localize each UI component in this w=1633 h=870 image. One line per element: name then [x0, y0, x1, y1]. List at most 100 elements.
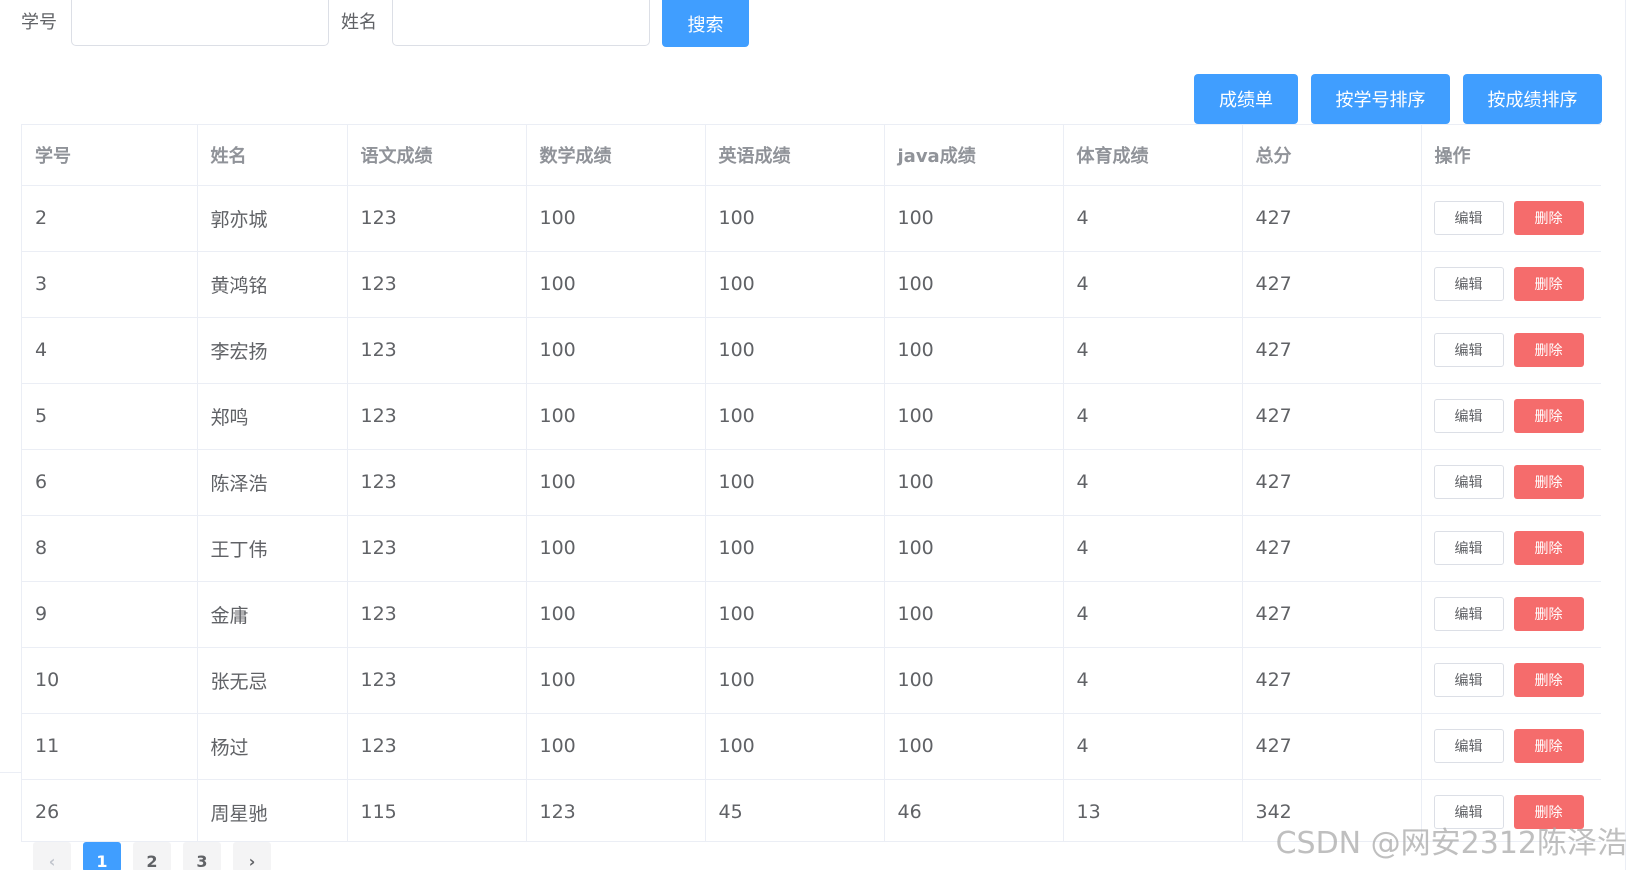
table-cell: 6: [22, 449, 198, 516]
table-cell: 100: [705, 581, 885, 648]
table-body: 2 郭亦城 123 100 100 100 4 427 编辑 删除 3 黄鸿铭 123 100 100 100…: [22, 185, 1601, 841]
table-cell: 123: [347, 383, 527, 450]
delete-button[interactable]: 删除: [1513, 729, 1584, 763]
table-row: 10 张无忌 123 100 100 100 4 427 编辑 删除: [22, 647, 1601, 714]
table-cell: 427: [1242, 185, 1422, 252]
table-cell: 李宏扬: [197, 317, 348, 384]
table-cell: 123: [347, 251, 527, 318]
table-cell: 2: [22, 185, 198, 252]
table-cell: 100: [884, 515, 1064, 582]
edit-button[interactable]: 编辑: [1433, 531, 1504, 565]
table-cell: 4: [22, 317, 198, 384]
edit-button[interactable]: 编辑: [1433, 729, 1504, 763]
table-cell: 100: [705, 317, 885, 384]
report-card-button[interactable]: 成绩单: [1194, 74, 1298, 124]
edit-button[interactable]: 编辑: [1433, 465, 1504, 499]
edit-button[interactable]: 编辑: [1433, 267, 1504, 301]
delete-button[interactable]: 删除: [1513, 597, 1584, 631]
actions-cell: 编辑 删除: [1421, 647, 1601, 714]
edit-button[interactable]: 编辑: [1433, 663, 1504, 697]
page-button-1[interactable]: 1: [83, 842, 121, 870]
table-cell: 123: [347, 713, 527, 780]
actions-cell: 编辑 删除: [1421, 713, 1601, 780]
table-cell: 10: [22, 647, 198, 714]
table-cell: 427: [1242, 317, 1422, 384]
table-cell: 123: [347, 185, 527, 252]
sort-by-id-button[interactable]: 按学号排序: [1311, 74, 1450, 124]
table-cell: 427: [1242, 449, 1422, 516]
watermark: CSDN @网安2312陈泽浩: [1275, 826, 1627, 861]
delete-button[interactable]: 删除: [1513, 531, 1584, 565]
table-cell: 100: [526, 713, 706, 780]
table-cell: 123: [347, 449, 527, 516]
delete-button[interactable]: 删除: [1513, 399, 1584, 433]
sort-by-score-button[interactable]: 按成绩排序: [1463, 74, 1602, 124]
column-header: 总分: [1242, 125, 1422, 186]
scores-table: 学号 姓名 语文成绩 数学成绩 英语成绩 java成绩 体育成绩 总分 操作 2 郭亦城 123 10…: [21, 124, 1601, 842]
table-cell: 11: [22, 713, 198, 780]
table-cell: 427: [1242, 383, 1422, 450]
table-cell: 100: [526, 647, 706, 714]
column-header: java成绩: [884, 125, 1064, 186]
page-button-2[interactable]: 2: [133, 842, 171, 870]
table-row: 2 郭亦城 123 100 100 100 4 427 编辑 删除: [22, 185, 1601, 252]
table-cell: 100: [705, 647, 885, 714]
table-cell: 9: [22, 581, 198, 648]
edit-button[interactable]: 编辑: [1433, 201, 1504, 235]
column-header: 数学成绩: [526, 125, 706, 186]
delete-button[interactable]: 删除: [1513, 201, 1584, 235]
table-cell: 123: [347, 317, 527, 384]
student-name-input[interactable]: [392, 0, 650, 46]
edit-button[interactable]: 编辑: [1433, 333, 1504, 367]
table-cell: 46: [884, 779, 1064, 841]
table-cell: 周星驰: [197, 779, 348, 841]
table-cell: 26: [22, 779, 198, 841]
actions-cell: 编辑 删除: [1421, 383, 1601, 450]
actions-cell: 编辑 删除: [1421, 251, 1601, 318]
delete-button[interactable]: 删除: [1513, 267, 1584, 301]
prev-page-button[interactable]: ‹: [33, 842, 71, 870]
page-button-3[interactable]: 3: [183, 842, 221, 870]
table-cell: 100: [705, 713, 885, 780]
table-cell: 100: [526, 185, 706, 252]
table-cell: 100: [526, 317, 706, 384]
table-row: 8 王丁伟 123 100 100 100 4 427 编辑 删除: [22, 515, 1601, 582]
table-row: 11 杨过 123 100 100 100 4 427 编辑 删除: [22, 713, 1601, 780]
table-cell: 金庸: [197, 581, 348, 648]
search-button[interactable]: 搜索: [662, 0, 749, 47]
table-cell: 4: [1063, 515, 1243, 582]
actions-cell: 编辑 删除: [1421, 515, 1601, 582]
table-cell: 13: [1063, 779, 1243, 841]
table-cell: 100: [884, 185, 1064, 252]
student-id-label: 学号: [21, 12, 57, 33]
student-name-label: 姓名: [341, 12, 377, 33]
edit-button[interactable]: 编辑: [1433, 597, 1504, 631]
column-header: 语文成绩: [347, 125, 527, 186]
table-cell: 100: [705, 515, 885, 582]
table-cell: 427: [1242, 713, 1422, 780]
table-cell: 100: [884, 581, 1064, 648]
edit-button[interactable]: 编辑: [1433, 399, 1504, 433]
delete-button[interactable]: 删除: [1513, 465, 1584, 499]
table-cell: 100: [884, 251, 1064, 318]
column-header: 学号: [22, 125, 198, 186]
table-cell: 427: [1242, 251, 1422, 318]
table-cell: 4: [1063, 185, 1243, 252]
actions-cell: 编辑 删除: [1421, 185, 1601, 252]
table-cell: 100: [705, 185, 885, 252]
actions-cell: 编辑 删除: [1421, 317, 1601, 384]
column-header: 英语成绩: [705, 125, 885, 186]
table-cell: 5: [22, 383, 198, 450]
table-cell: 100: [884, 449, 1064, 516]
delete-button[interactable]: 删除: [1513, 663, 1584, 697]
delete-button[interactable]: 删除: [1513, 333, 1584, 367]
table-cell: 427: [1242, 515, 1422, 582]
table-cell: 123: [347, 647, 527, 714]
student-id-input[interactable]: [71, 0, 329, 46]
page: 学号 姓名 搜索 成绩单 按学号排序 按成绩排序 学号 姓名语文成绩 数学成绩 英语成…: [0, 0, 1633, 870]
table-cell: 123: [347, 515, 527, 582]
table-cell: 100: [705, 251, 885, 318]
search-bar: 学号 姓名 搜索: [0, 0, 760, 47]
table-cell: 100: [526, 581, 706, 648]
next-page-button[interactable]: ›: [233, 842, 271, 870]
